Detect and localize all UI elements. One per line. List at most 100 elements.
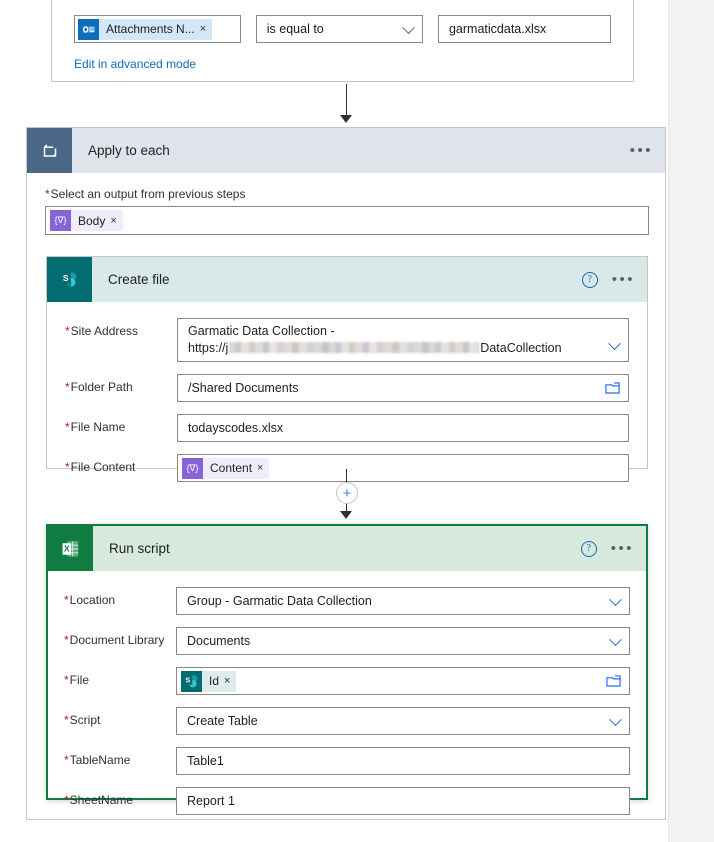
- field-row: *SheetName Report 1: [64, 787, 630, 815]
- condition-value-input[interactable]: garmaticdata.xlsx: [437, 15, 611, 43]
- sharepoint-icon: S: [47, 257, 92, 302]
- help-icon[interactable]: ?: [580, 540, 597, 557]
- condition-operator-dropdown[interactable]: is equal to: [255, 15, 423, 43]
- script-dropdown[interactable]: Create Table: [176, 707, 630, 735]
- field-row: *Document Library Documents: [64, 627, 630, 655]
- chevron-down-icon: [608, 337, 621, 351]
- sheet-name-value: Report 1: [187, 794, 235, 808]
- remove-token-icon[interactable]: ×: [200, 23, 212, 35]
- svg-text:X: X: [63, 543, 69, 553]
- file-input[interactable]: S Id ×: [176, 667, 630, 695]
- connector-arrow-1: [340, 115, 352, 123]
- run-script-card[interactable]: X Run script ? ••• *Location Group - Gar…: [46, 524, 648, 815]
- remove-token-icon[interactable]: ×: [257, 462, 269, 474]
- condition-value-text: garmaticdata.xlsx: [448, 22, 547, 36]
- table-name-value: Table1: [187, 754, 224, 768]
- file-label-text: File: [69, 673, 90, 687]
- apply-to-each-header-actions: •••: [630, 128, 653, 173]
- field-row: *Location Group - Garmatic Data Collecti…: [64, 587, 630, 615]
- document-library-label-text: Document Library: [69, 633, 165, 647]
- attachments-name-token[interactable]: Attachments N... ×: [78, 18, 213, 40]
- site-address-dropdown[interactable]: Garmatic Data Collection - https://j Data…: [177, 318, 629, 362]
- connector-arrow-2: [340, 511, 352, 519]
- file-content-label: *File Content: [65, 454, 177, 474]
- required-asterisk: *: [65, 420, 70, 434]
- file-name-label-text: File Name: [70, 420, 126, 434]
- create-file-title: Create file: [108, 272, 170, 287]
- required-asterisk: *: [64, 753, 69, 767]
- required-asterisk: *: [65, 460, 70, 474]
- field-row: *File S Id ×: [64, 667, 630, 695]
- help-icon[interactable]: ?: [581, 271, 598, 288]
- add-step-button[interactable]: +: [336, 482, 358, 504]
- id-token-label: Id: [209, 674, 220, 688]
- flow-designer-canvas: Attachments N... × is equal to garmaticd…: [0, 0, 714, 842]
- field-row: *TableName Table1: [64, 747, 630, 775]
- folder-picker-icon[interactable]: [606, 674, 621, 691]
- field-row: *File Name todayscodes.xlsx: [65, 414, 629, 442]
- table-name-input[interactable]: Table1: [176, 747, 630, 775]
- create-file-body: *Site Address Garmatic Data Collection -…: [47, 302, 647, 500]
- required-asterisk: *: [65, 324, 70, 338]
- canvas-right-gutter: [668, 0, 714, 842]
- remove-token-icon[interactable]: ×: [224, 675, 236, 687]
- required-asterisk: *: [64, 633, 69, 647]
- file-label: *File: [64, 667, 176, 687]
- site-address-url-prefix: https://j: [188, 341, 229, 355]
- chevron-down-icon: [609, 593, 622, 607]
- svg-text:S: S: [62, 273, 68, 283]
- field-row: *File Content {∇} Content ×: [65, 454, 629, 482]
- file-name-value: todayscodes.xlsx: [188, 421, 284, 435]
- run-script-header[interactable]: X Run script ? •••: [48, 526, 646, 571]
- chevron-down-icon: [609, 713, 622, 727]
- sheet-name-input[interactable]: Report 1: [176, 787, 630, 815]
- content-token-label: Content: [210, 461, 253, 475]
- required-asterisk: *: [64, 593, 69, 607]
- content-token[interactable]: {∇} Content ×: [182, 457, 270, 479]
- body-token-label: Body: [78, 213, 106, 228]
- file-content-input[interactable]: {∇} Content ×: [177, 454, 629, 482]
- connector-line-2: [346, 469, 347, 482]
- condition-card: Attachments N... × is equal to garmaticd…: [51, 4, 634, 82]
- folder-path-value: /Shared Documents: [188, 381, 299, 395]
- apply-to-each-body: *Select an output from previous steps {∇…: [27, 173, 665, 235]
- sheet-name-label: *SheetName: [64, 787, 176, 807]
- location-label: *Location: [64, 587, 176, 607]
- edit-in-advanced-mode-link[interactable]: Edit in advanced mode: [74, 57, 196, 71]
- body-token[interactable]: {∇} Body ×: [50, 210, 123, 231]
- document-library-value: Documents: [187, 634, 251, 648]
- create-file-header[interactable]: S Create file ? •••: [47, 257, 647, 302]
- id-token[interactable]: S Id ×: [181, 670, 237, 692]
- apply-to-each-input-label-text: Select an output from previous steps: [50, 187, 246, 201]
- apply-to-each-card[interactable]: Apply to each ••• *Select an output from…: [26, 127, 666, 820]
- create-file-menu-icon[interactable]: •••: [612, 272, 635, 287]
- apply-to-each-header[interactable]: Apply to each •••: [27, 128, 665, 173]
- apply-to-each-input[interactable]: {∇} Body ×: [45, 206, 649, 235]
- location-value: Group - Garmatic Data Collection: [187, 594, 372, 608]
- expression-icon: {∇}: [182, 457, 203, 479]
- condition-row: Attachments N... × is equal to garmaticd…: [74, 15, 611, 43]
- required-asterisk: *: [65, 380, 70, 394]
- folder-path-input[interactable]: /Shared Documents: [177, 374, 629, 402]
- apply-to-each-menu-icon[interactable]: •••: [630, 143, 653, 158]
- excel-icon: X: [48, 526, 93, 571]
- remove-token-icon[interactable]: ×: [110, 215, 122, 227]
- run-script-body: *Location Group - Garmatic Data Collecti…: [48, 571, 646, 837]
- folder-picker-icon[interactable]: [605, 381, 620, 398]
- chevron-down-icon: [402, 21, 415, 35]
- run-script-menu-icon[interactable]: •••: [611, 541, 634, 556]
- table-name-label-text: TableName: [69, 753, 131, 767]
- script-label: *Script: [64, 707, 176, 727]
- condition-left-operand[interactable]: Attachments N... ×: [74, 15, 241, 43]
- sheet-name-label-text: SheetName: [69, 793, 134, 807]
- document-library-label: *Document Library: [64, 627, 176, 647]
- location-label-text: Location: [69, 593, 116, 607]
- script-value: Create Table: [187, 714, 258, 728]
- location-dropdown[interactable]: Group - Garmatic Data Collection: [176, 587, 630, 615]
- document-library-dropdown[interactable]: Documents: [176, 627, 630, 655]
- folder-path-label-text: Folder Path: [70, 380, 133, 394]
- file-name-input[interactable]: todayscodes.xlsx: [177, 414, 629, 442]
- outlook-icon: [78, 18, 99, 40]
- create-file-card[interactable]: S Create file ? ••• *Site Address Garmat…: [46, 256, 648, 482]
- run-script-header-actions: ? •••: [580, 526, 634, 571]
